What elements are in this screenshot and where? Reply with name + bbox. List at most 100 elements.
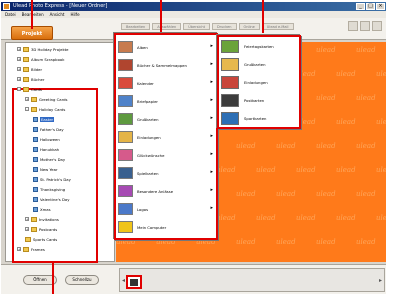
tab-item[interactable]: Drucken [211, 23, 237, 30]
folder-icon [31, 216, 37, 222]
tool-icon[interactable] [372, 21, 382, 31]
quick-button[interactable]: Schnellzu [65, 275, 99, 285]
tray-thumbnail[interactable] [126, 275, 142, 289]
menu-item[interactable]: Kalender ▸ [118, 75, 214, 91]
tool-icon[interactable] [360, 21, 370, 31]
tree-item[interactable]: - Holiday Cards [25, 106, 65, 112]
tree-item[interactable]: + Album Scrapbook [17, 56, 64, 62]
watermark-text: ulead [216, 166, 236, 174]
template-icon [33, 126, 38, 132]
tree-item[interactable]: St. Patrick's Day [33, 176, 71, 182]
toolbar-tools [348, 21, 382, 31]
collapse-icon[interactable]: - [17, 87, 21, 91]
watermark-text: ulead [256, 214, 276, 222]
tree-item[interactable]: + Frames [17, 246, 45, 252]
watermark-text: ulead [336, 214, 356, 222]
tab-item[interactable]: Auswählen [152, 23, 182, 30]
projekt-menu: Alben ▸ Bücher & Sammelmappen ▸ Kalender ▸ Bri… [113, 32, 218, 240]
menu-item[interactable]: Grußkarten ▸ [118, 111, 214, 127]
menu-item[interactable]: Spielkarten ▸ [118, 165, 214, 181]
expand-icon[interactable]: + [17, 47, 21, 51]
watermark-text: ulead [316, 46, 336, 54]
tree-item-label: Hanukkah [40, 146, 60, 152]
tree-item[interactable]: + Invitations [25, 216, 59, 222]
watermark-text: ulead [356, 94, 376, 102]
close-icon[interactable]: × [376, 3, 385, 10]
tree-item[interactable]: +3D Holiday Projekte [17, 46, 68, 52]
menu-hilfe[interactable]: Hilfe [70, 11, 79, 18]
tree-item[interactable]: Valentine's Day [33, 196, 69, 202]
tree-item-label: Xmas [40, 206, 51, 212]
tree-item[interactable]: Xmas [33, 206, 51, 212]
expand-icon[interactable]: + [25, 97, 29, 101]
tab-item[interactable]: Ulead e-Mail [261, 23, 294, 30]
tree-item-label: Holiday Cards [39, 106, 66, 112]
greeting-icon [221, 57, 239, 71]
tray-scroll-left-icon[interactable]: ◂ [122, 277, 125, 284]
submenu-item[interactable]: Grußkarten [221, 55, 297, 73]
tree-item[interactable]: Mother's Day [33, 156, 65, 162]
expand-icon[interactable]: + [17, 57, 21, 61]
submenu-arrow-icon: ▸ [210, 43, 213, 49]
postcard-icon [221, 93, 239, 107]
submenu-item[interactable]: Feiertagskarten [221, 37, 297, 55]
submenu-arrow-icon: ▸ [210, 133, 213, 139]
tree-item[interactable]: Sports Cards [25, 236, 57, 242]
minimize-icon[interactable]: _ [356, 3, 365, 10]
submenu-item[interactable]: Einladungen [221, 73, 297, 91]
watermark-text: ulead [376, 70, 386, 78]
maximize-icon[interactable]: □ [366, 3, 375, 10]
tree-item[interactable]: Father's Day [33, 126, 64, 132]
menu-item[interactable]: Logos ▸ [118, 201, 214, 217]
submenu-item[interactable]: Postkarten [221, 91, 297, 109]
tree-item-label: Sports Cards [33, 236, 58, 242]
book-icon [118, 59, 133, 71]
tree-item[interactable]: New Year [33, 166, 58, 172]
menu-item[interactable]: Mein Computer [118, 219, 214, 235]
tray-scroll-right-icon[interactable]: ▸ [379, 277, 382, 284]
menu-item[interactable]: Bücher & Sammelmappen ▸ [118, 57, 214, 73]
expand-icon[interactable]: + [17, 67, 21, 71]
expand-icon[interactable]: + [17, 247, 21, 251]
menu-datei[interactable]: Datei [5, 11, 16, 18]
invitation-icon [118, 131, 133, 143]
tree-item[interactable]: Hanukkah [33, 146, 59, 152]
collapse-icon[interactable]: - [25, 107, 29, 111]
watermark-text: ulead [216, 214, 236, 222]
tree-item[interactable]: + Greeting Cards [25, 96, 68, 102]
tree-item-label: Mother's Day [40, 156, 66, 162]
tab-item[interactable]: Bearbeiten [121, 23, 151, 30]
tree-item[interactable]: Thanksgiving [33, 186, 65, 192]
menu-item-label: Bücher & Sammelmappen [137, 62, 187, 68]
menu-item[interactable]: Besondere Anlässe ▸ [118, 183, 214, 199]
tool-icon[interactable] [348, 21, 358, 31]
tree-item[interactable]: + Bilder [17, 66, 42, 72]
tray-thumbnail-image [130, 279, 138, 286]
submenu-arrow-icon: ▸ [210, 205, 213, 211]
submenu-item[interactable]: Sportkarten [221, 109, 297, 127]
watermark-text: ulead [316, 94, 336, 102]
menu-ansicht[interactable]: Ansicht [50, 11, 65, 18]
watermark-text: ulead [256, 166, 276, 174]
tree-item-label: Album Scrapbook [31, 56, 65, 62]
tab-item[interactable]: Online [238, 23, 260, 30]
tree-item[interactable]: Easter [33, 116, 55, 122]
template-icon [33, 116, 38, 122]
expand-icon[interactable]: + [25, 217, 29, 221]
tree-item[interactable]: + Bücher [17, 76, 44, 82]
app-icon [3, 3, 10, 10]
template-icon [33, 186, 38, 192]
expand-icon[interactable]: + [25, 227, 29, 231]
menu-item[interactable]: Einladungen ▸ [118, 129, 214, 145]
tab-item[interactable]: Übersicht [183, 23, 210, 30]
menu-item[interactable]: Glückwünsche ▸ [118, 147, 214, 163]
watermark-text: ulead [316, 190, 336, 198]
tree-item[interactable]: + Postcards [25, 226, 57, 232]
menu-item-label: Logos [137, 206, 149, 212]
menu-item[interactable]: Briefpapier ▸ [118, 93, 214, 109]
tree-item[interactable]: Halloween [33, 136, 60, 142]
expand-icon[interactable]: + [17, 77, 21, 81]
bottom-bar: Öffnen Schnellzu ◂ ▸ [1, 264, 386, 294]
menu-item[interactable]: Alben ▸ [118, 39, 214, 55]
tree-item[interactable]: - Cards [17, 86, 42, 92]
